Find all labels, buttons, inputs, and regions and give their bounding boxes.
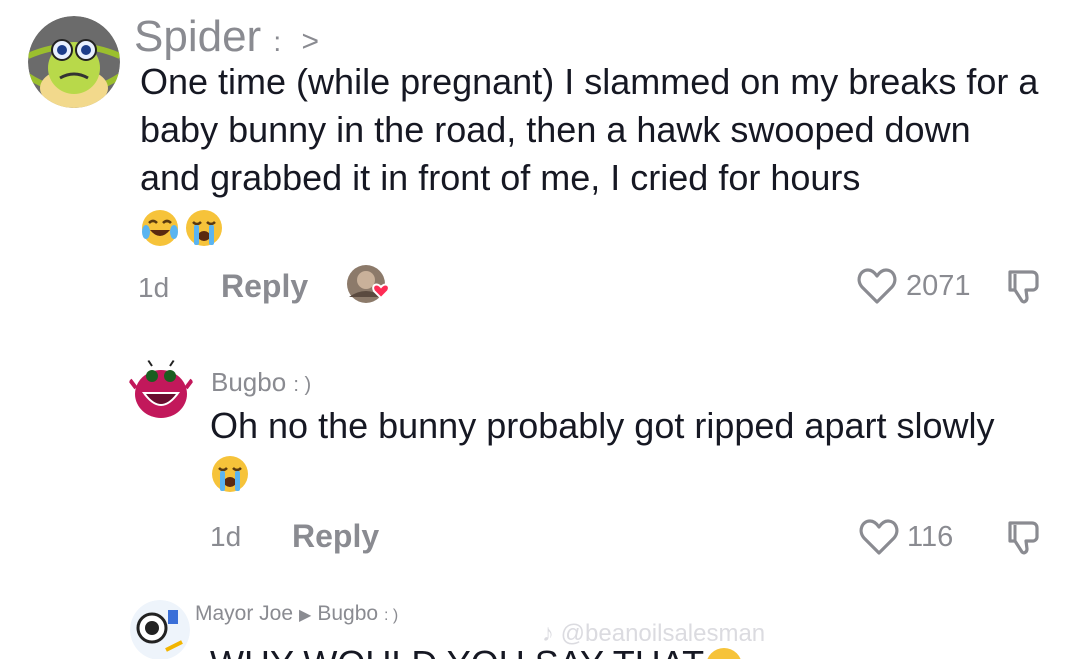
reply-to-username: Bugbo: [317, 602, 379, 625]
like-count: 116: [907, 521, 954, 553]
comment-username[interactable]: Bugbo : ): [211, 367, 311, 398]
joy-emoji-icon: [140, 208, 180, 248]
reply-button[interactable]: Reply: [221, 268, 308, 305]
reply-button[interactable]: Reply: [292, 518, 379, 555]
reply-thread-usernames[interactable]: Mayor Joe ▶ Bugbo : ): [195, 602, 398, 626]
liked-by-creator-badge: [345, 263, 395, 307]
username-text: Mayor Joe: [195, 602, 294, 625]
loudly-crying-emoji-icon: [704, 646, 744, 659]
comment-time: 1d: [210, 521, 242, 552]
heart-icon[interactable]: [856, 266, 898, 306]
username-text: Bugbo: [211, 367, 287, 397]
dislike-icon[interactable]: [1002, 266, 1042, 306]
comment-text-content: WHY WOULD YOU SAY THAT: [210, 643, 704, 659]
comment-text-content: Oh no the bunny probably got ripped apar…: [210, 405, 995, 446]
spider-avatar[interactable]: [28, 16, 120, 108]
heart-icon[interactable]: [858, 517, 900, 557]
comment-text: Oh no the bunny probably got ripped apar…: [210, 403, 1030, 495]
comment-text: One time (while pregnant) I slammed on m…: [140, 58, 1040, 250]
comment-text: WHY WOULD YOU SAY THAT: [210, 644, 748, 659]
username-suffix: :: [273, 26, 282, 57]
loudly-crying-emoji-icon: [184, 208, 224, 248]
reply-arrow-icon: ▶: [299, 607, 312, 624]
dislike-icon[interactable]: [1002, 517, 1042, 557]
comment-text-content: One time (while pregnant) I slammed on m…: [140, 61, 1039, 198]
username-text: Spider: [134, 12, 262, 61]
like-count: 2071: [906, 270, 971, 302]
loudly-crying-emoji-icon: [210, 454, 250, 494]
username-suffix: : ): [293, 374, 312, 396]
mayor-joe-avatar[interactable]: [130, 600, 190, 659]
reply-to-suffix: : ): [383, 607, 399, 624]
comment-time: 1d: [138, 272, 170, 303]
comment-username[interactable]: Spider : >: [134, 12, 319, 62]
bugbo-avatar[interactable]: [128, 358, 194, 424]
chevron-right-icon: >: [301, 25, 319, 58]
